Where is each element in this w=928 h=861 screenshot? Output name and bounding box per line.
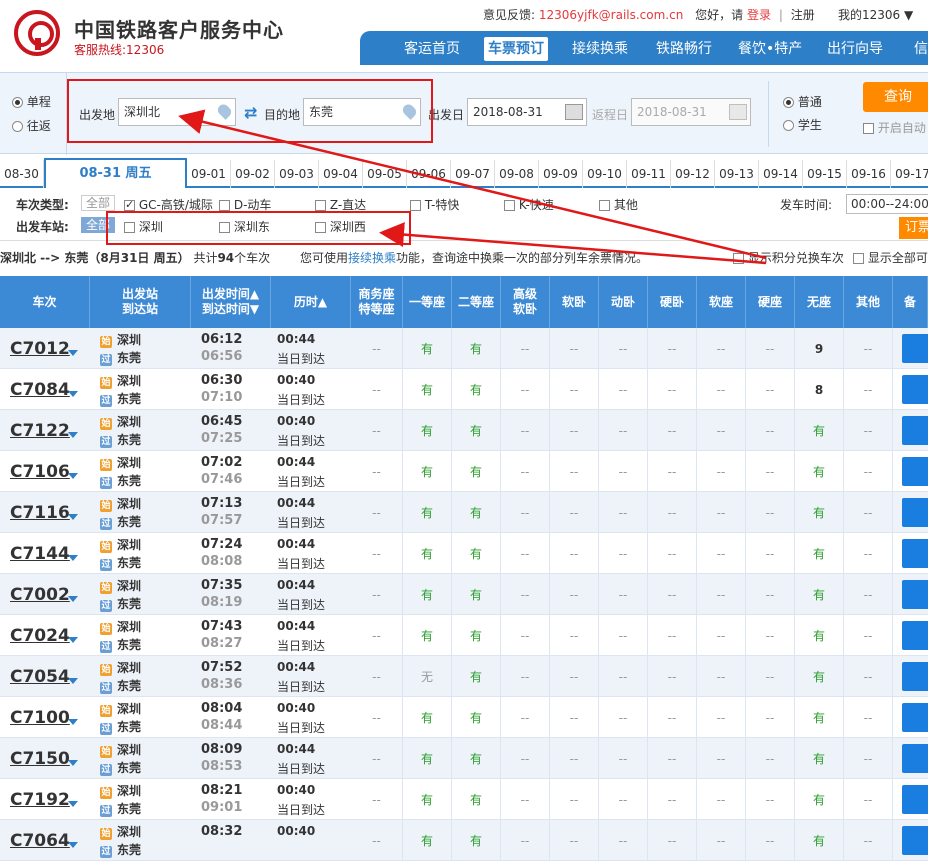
pass-station-icon: 过 (100, 846, 112, 858)
annotation-arrows (178, 109, 767, 265)
annotation-arrow-to-stations (379, 222, 767, 265)
to-station: 过东莞 (100, 843, 142, 858)
annotation-arrow-to-origin (178, 109, 767, 260)
